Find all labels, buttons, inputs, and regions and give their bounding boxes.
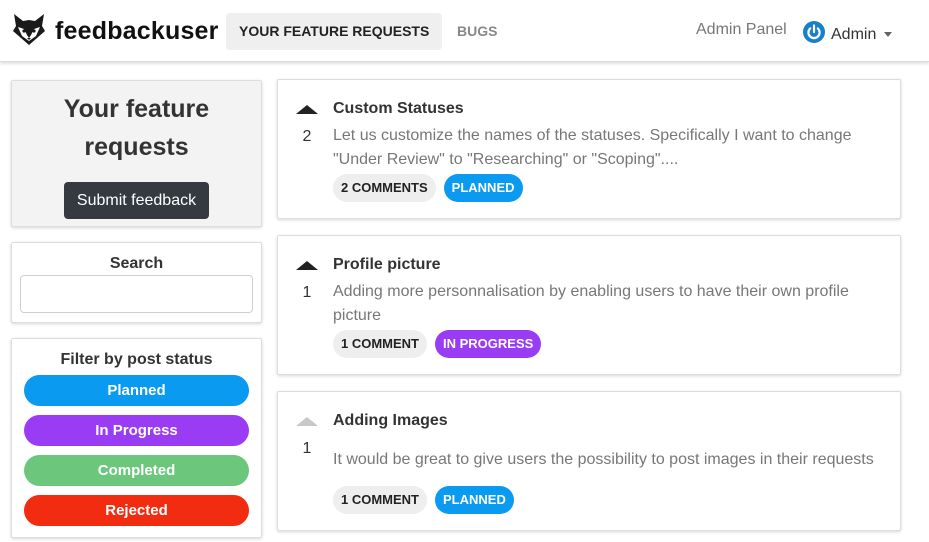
search-input[interactable] — [20, 275, 253, 313]
post-card[interactable]: 1 Profile picture Adding more personnali… — [277, 235, 901, 375]
search-card: Search — [11, 242, 262, 323]
brand-name: feedbackuser — [55, 16, 219, 45]
filter-rejected-button[interactable]: Rejected — [24, 495, 249, 526]
vote-count: 2 — [302, 128, 312, 145]
user-menu[interactable]: Admin — [802, 20, 893, 49]
upvote-arrow-icon[interactable] — [296, 261, 318, 270]
post-card[interactable]: 1 Adding Images It would be great to giv… — [277, 391, 901, 531]
admin-panel-link[interactable]: Admin Panel — [696, 21, 787, 39]
filter-in-progress-button[interactable]: In Progress — [24, 415, 249, 446]
comments-badge[interactable]: 1 COMMENT — [333, 486, 427, 514]
upvote-arrow-icon[interactable] — [296, 417, 318, 426]
vote-count: 1 — [302, 284, 312, 301]
post-tags: 2 COMMENTS PLANNED — [333, 174, 531, 202]
comments-badge[interactable]: 2 COMMENTS — [333, 174, 436, 202]
post-card[interactable]: 2 Custom Statuses Let us customize the n… — [277, 79, 901, 219]
post-tags: 1 COMMENT PLANNED — [333, 486, 522, 514]
post-description: It would be great to give users the poss… — [333, 451, 874, 468]
status-badge: IN PROGRESS — [435, 330, 542, 358]
top-navbar: feedbackuser YOUR FEATURE REQUESTS BUGS … — [0, 0, 929, 62]
filter-planned-button[interactable]: Planned — [24, 375, 249, 406]
post-tags: 1 COMMENT IN PROGRESS — [333, 330, 549, 358]
post-title[interactable]: Profile picture — [333, 256, 441, 274]
post-title[interactable]: Adding Images — [333, 412, 448, 430]
status-badge: PLANNED — [443, 174, 523, 202]
search-label: Search — [109, 255, 164, 272]
fox-logo-icon — [12, 12, 46, 51]
tab-bugs[interactable]: BUGS — [444, 13, 510, 50]
vote-count: 1 — [302, 440, 312, 457]
post-description: Let us customize the names of the status… — [333, 127, 852, 168]
post-title[interactable]: Custom Statuses — [333, 100, 464, 118]
comments-badge[interactable]: 1 COMMENT — [333, 330, 427, 358]
chevron-down-icon — [884, 32, 893, 37]
filter-label: Filter by post status — [60, 351, 213, 368]
filter-completed-button[interactable]: Completed — [24, 455, 249, 486]
submit-feedback-button[interactable]: Submit feedback — [63, 182, 210, 219]
intro-card: Your feature requests Submit feedback — [11, 80, 262, 227]
page-title: Your feature requests — [63, 95, 210, 161]
post-description: Adding more personnalisation by enabling… — [333, 283, 849, 324]
upvote-arrow-icon[interactable] — [296, 105, 318, 114]
status-badge: PLANNED — [435, 486, 514, 514]
user-name: Admin — [831, 25, 877, 43]
tab-feature-requests[interactable]: YOUR FEATURE REQUESTS — [226, 13, 443, 50]
filter-card: Filter by post status Planned In Progres… — [11, 338, 262, 538]
power-icon — [802, 20, 826, 49]
brand[interactable]: feedbackuser — [12, 13, 219, 49]
